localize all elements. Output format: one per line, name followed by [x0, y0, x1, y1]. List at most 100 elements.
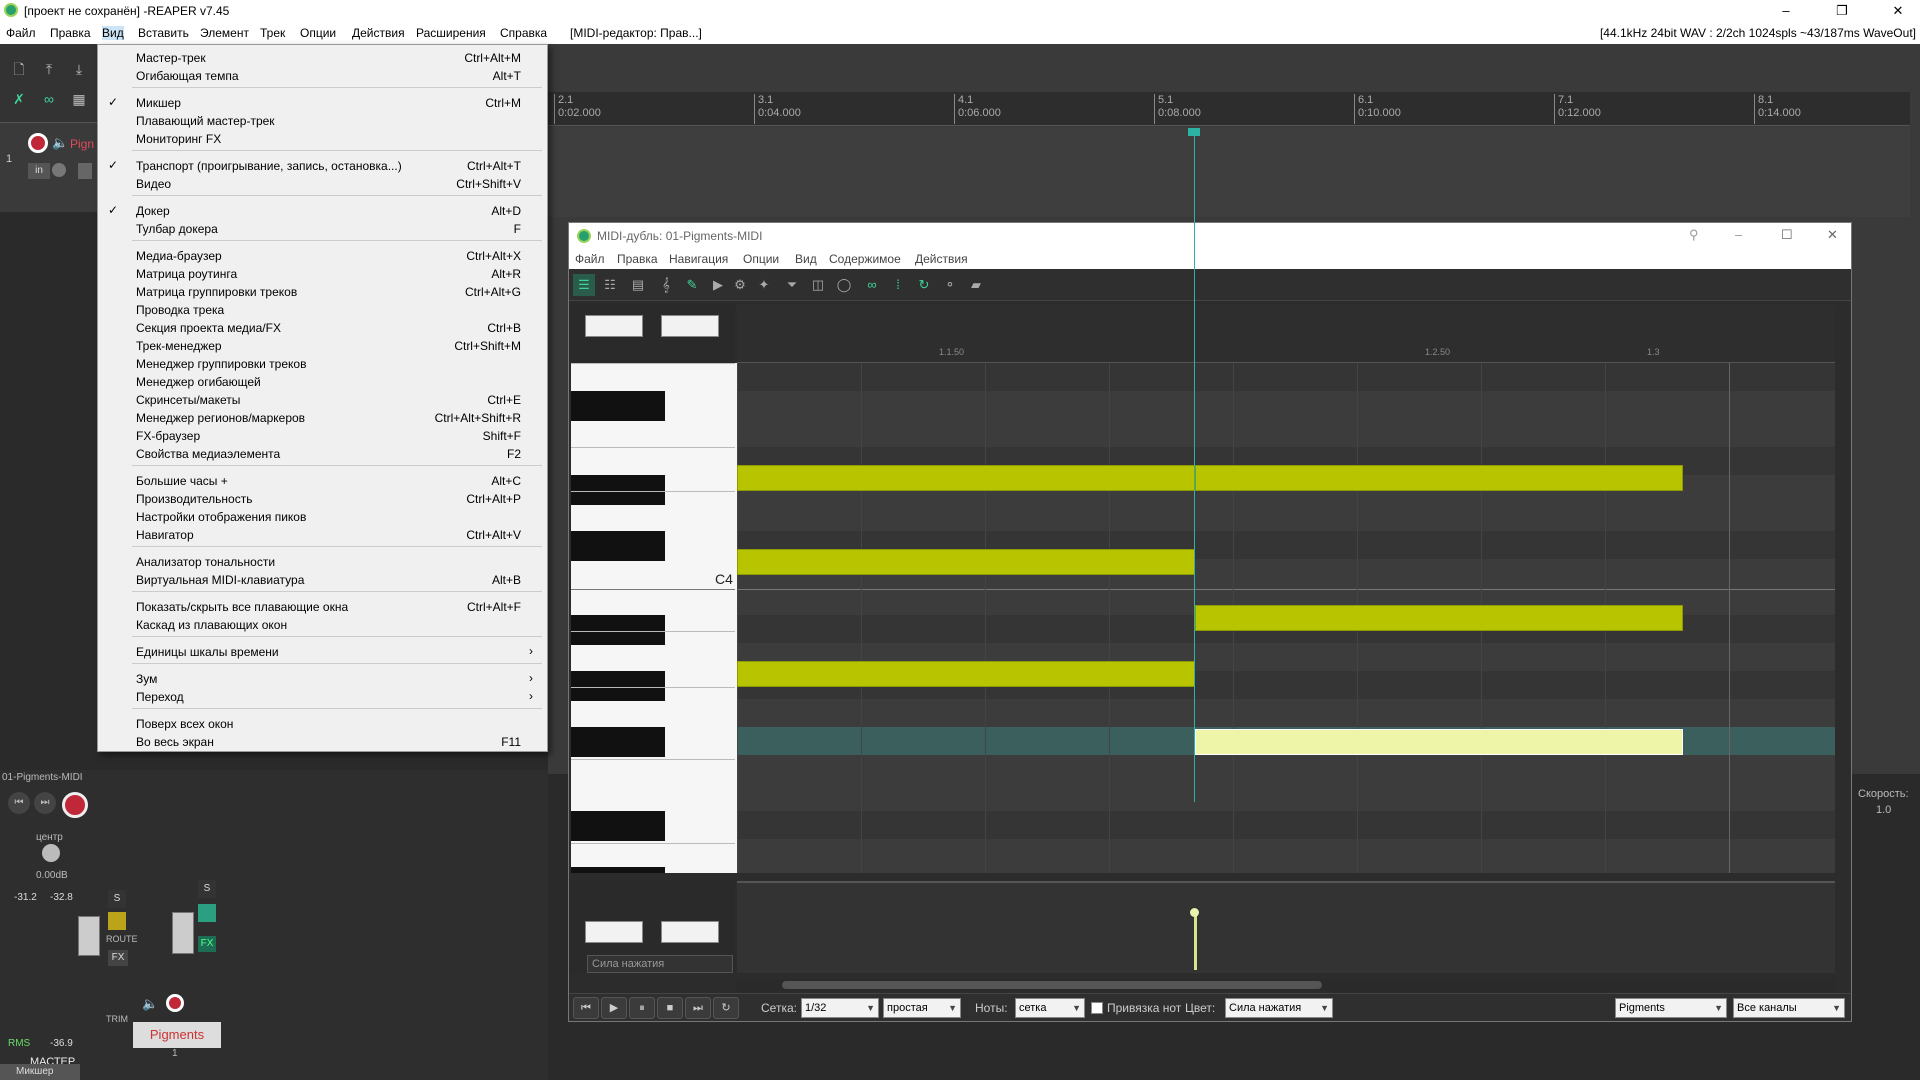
velocity-lane[interactable] — [737, 881, 1835, 973]
midi-note[interactable] — [1195, 465, 1683, 491]
view-menu-item[interactable]: Свойства медиаэлемента F2 — [98, 443, 547, 465]
track-fx-button[interactable]: FX — [198, 936, 216, 952]
velocity-icon[interactable]: ⚬ — [939, 274, 961, 296]
velocity-handle[interactable] — [1190, 908, 1199, 917]
open-project-icon[interactable]: ⤒ — [38, 58, 60, 80]
pan-knob[interactable] — [42, 844, 60, 862]
go-end-icon[interactable]: ⏭ — [685, 997, 711, 1019]
lock-link-icon[interactable]: ∞ — [38, 88, 60, 110]
black-key[interactable] — [571, 531, 665, 561]
route-icon[interactable] — [108, 912, 126, 930]
header-box-right[interactable] — [661, 315, 719, 337]
save-project-icon[interactable]: ⤓ — [68, 58, 90, 80]
midi-close-button[interactable]: ✕ — [1827, 227, 1838, 243]
filter-icon[interactable]: ⏷ — [781, 274, 803, 296]
view-menu-item[interactable]: Каскад из плавающих окон — [98, 614, 547, 636]
menu-midi-editor[interactable]: [MIDI-редактор: Прав...] — [570, 26, 702, 40]
stop-icon[interactable]: ■ — [657, 997, 683, 1019]
split-view-icon[interactable]: ◫ — [807, 274, 829, 296]
lane-box-left[interactable] — [585, 921, 643, 943]
grid-value-select[interactable]: 1/32 ▼ — [801, 998, 879, 1018]
midi-note-selected[interactable] — [1195, 729, 1683, 755]
lock-icon[interactable]: ▰ — [965, 274, 987, 296]
midi-menu-options[interactable]: Опции — [743, 252, 779, 266]
auto-crossfade-icon[interactable]: ✗ — [8, 88, 30, 110]
step-input-icon[interactable]: ⚙ — [729, 274, 751, 296]
menu-track[interactable]: Трек — [260, 26, 285, 40]
menu-insert[interactable]: Вставить — [138, 26, 189, 40]
menu-extensions[interactable]: Расширения — [416, 26, 486, 40]
pencil-tool-icon[interactable]: ✎ — [681, 274, 703, 296]
track-fader[interactable] — [172, 912, 194, 954]
view-menu-item[interactable]: Мониторинг FX — [98, 128, 547, 150]
menu-view[interactable]: Вид — [102, 26, 124, 40]
midi-note[interactable] — [1195, 605, 1683, 631]
midi-note[interactable] — [737, 465, 1195, 491]
midi-menu-view[interactable]: Вид — [795, 252, 817, 266]
master-fader[interactable] — [78, 916, 100, 956]
instrument-select[interactable]: Pigments ▼ — [1615, 998, 1727, 1018]
menu-actions[interactable]: Действия — [352, 26, 405, 40]
piano-keyboard[interactable]: C4 — [571, 363, 737, 873]
midi-menu-contents[interactable]: Содержимое — [829, 252, 901, 266]
piano-roll-grid[interactable] — [737, 363, 1835, 873]
midi-ruler[interactable]: 1.1.50 1.2.50 1.3 — [737, 305, 1835, 363]
play-icon[interactable]: ▶ — [601, 997, 627, 1019]
record-icon[interactable] — [62, 792, 88, 818]
playhead-cursor[interactable] — [1194, 132, 1195, 802]
loop-toggle-icon[interactable]: ↻ — [713, 997, 739, 1019]
loop-icon[interactable]: ↻ — [913, 274, 935, 296]
midi-maximize-button[interactable]: ☐ — [1781, 227, 1793, 243]
scrollbar-thumb[interactable] — [782, 981, 1322, 989]
menu-file[interactable]: Файл — [6, 26, 36, 40]
new-project-icon[interactable]: 🗋 — [8, 58, 30, 80]
event-list-view-icon[interactable]: ▤ — [627, 274, 649, 296]
go-start-icon[interactable]: ⏮ — [573, 997, 599, 1019]
black-key[interactable] — [571, 391, 665, 421]
black-key[interactable] — [571, 727, 665, 757]
maximize-button[interactable]: ❐ — [1820, 0, 1864, 22]
horizontal-scrollbar[interactable] — [737, 979, 1835, 991]
lane-box-right[interactable] — [661, 921, 719, 943]
close-button[interactable]: ✕ — [1876, 0, 1920, 22]
black-key[interactable] — [571, 671, 665, 701]
record-arm-button[interactable] — [28, 133, 48, 153]
mute-speaker-icon[interactable]: 🔈 — [142, 996, 158, 1012]
view-menu-item[interactable]: Огибающая темпа Alt+T — [98, 65, 547, 87]
view-menu-item[interactable]: Единицы шкалы времени › — [98, 641, 547, 663]
skip-forward-icon[interactable]: ⏭ — [34, 792, 56, 814]
menu-help[interactable]: Справка — [500, 26, 547, 40]
piano-roll-view-icon[interactable]: ☰ — [573, 274, 595, 296]
playhead-flag[interactable] — [1188, 128, 1200, 136]
skip-back-icon[interactable]: ⏮ — [8, 792, 30, 814]
solo-button[interactable]: S — [108, 890, 126, 908]
play-cursor-icon[interactable]: ▶ — [707, 274, 729, 296]
named-notes-view-icon[interactable]: ☷ — [599, 274, 621, 296]
track-lane[interactable] — [548, 127, 1910, 217]
snap-notes-checkbox[interactable] — [1091, 1002, 1103, 1014]
pin-icon[interactable]: ⚲ — [1689, 227, 1699, 243]
header-box-left[interactable] — [585, 315, 643, 337]
track-route-icon[interactable] — [198, 904, 216, 922]
channels-select[interactable]: Все каналы ▼ — [1733, 998, 1845, 1018]
view-menu-item[interactable]: Навигатор Ctrl+Alt+V — [98, 524, 547, 546]
view-menu-item[interactable]: Переход › — [98, 686, 547, 708]
mixer-track-name[interactable]: Pigments — [133, 1022, 221, 1048]
view-menu-item[interactable]: Виртуальная MIDI-клавиатура Alt+B — [98, 569, 547, 591]
timeline-ruler[interactable]: 2.1 0:02.000 3.1 0:04.000 4.1 0:06.000 5.1 0… — [548, 92, 1910, 126]
black-key[interactable] — [571, 811, 665, 841]
grid-icon[interactable]: ▦ — [68, 88, 90, 110]
menu-edit[interactable]: Правка — [50, 26, 91, 40]
speaker-icon[interactable]: 🔈 — [52, 135, 68, 151]
midi-menu-edit[interactable]: Правка — [617, 252, 658, 266]
fx-button[interactable]: FX — [108, 950, 128, 966]
grid-type-select[interactable]: простая ▼ — [883, 998, 961, 1018]
view-menu-item[interactable]: Видео Ctrl+Shift+V — [98, 173, 547, 195]
black-key[interactable] — [571, 475, 665, 505]
black-key[interactable] — [571, 867, 665, 873]
velocity-lane-select[interactable]: Сила нажатия — [587, 955, 733, 973]
track-solo-button[interactable]: S — [198, 880, 216, 898]
notation-view-icon[interactable]: 𝄞 — [655, 274, 677, 296]
menu-options[interactable]: Опции — [300, 26, 336, 40]
midi-note[interactable] — [737, 661, 1195, 687]
